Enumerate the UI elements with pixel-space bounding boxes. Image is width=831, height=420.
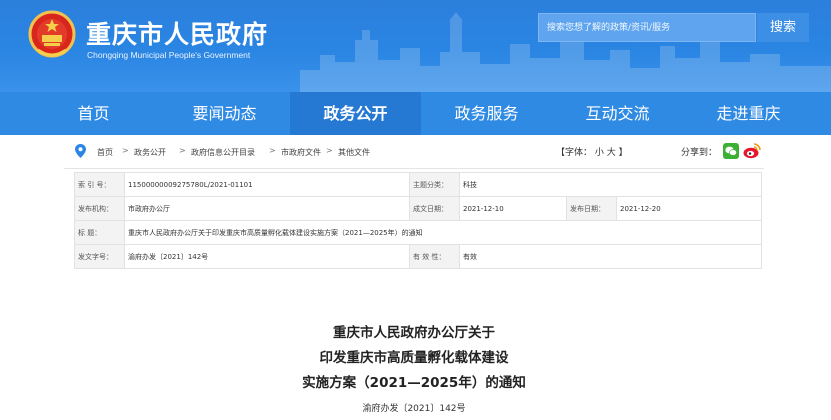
published-date-value: 2021-12-20 (616, 196, 762, 221)
breadcrumb-other-docs[interactable]: 其他文件 (338, 147, 370, 158)
issuer-value: 市政府办公厅 (124, 196, 410, 221)
published-date-label: 发布日期： (566, 196, 617, 221)
nav-item-interaction[interactable]: 互动交流 (552, 92, 683, 135)
search-box (538, 13, 756, 42)
written-date-value: 2021-12-10 (459, 196, 567, 221)
weibo-share-icon[interactable] (743, 142, 761, 159)
issuer-label: 发布机构： (74, 196, 125, 221)
theme-value: 科技 (459, 172, 762, 197)
share-label: 分享到： (681, 148, 718, 158)
font-size-control: 【字体： 小 大 】 (556, 145, 628, 158)
title-label: 标 题： (74, 220, 125, 245)
main-nav: 首页 要闻动态 政务公开 政务服务 互动交流 走进重庆 (0, 92, 831, 135)
index-label: 索 引 号： (74, 172, 125, 197)
validity-value: 有效 (459, 244, 762, 269)
font-size-close-bracket: 】 (618, 148, 628, 158)
national-emblem-icon (28, 10, 76, 58)
site-subtitle: Chongqing Municipal People's Government (87, 50, 251, 60)
search-input[interactable] (547, 14, 747, 41)
table-row: 发文字号： 渝府办发〔2021〕142号 有 效 性： 有效 (74, 244, 762, 269)
font-size-large-button[interactable]: 大 (607, 148, 616, 158)
written-date-label: 成文日期： (409, 196, 460, 221)
breadcrumb-info-directory[interactable]: 政府信息公开目录 (191, 147, 255, 158)
document-title-line: 印发重庆市高质量孵化载体建设 (319, 350, 509, 366)
validity-label: 有 效 性： (409, 244, 460, 269)
site-header: 重庆市人民政府 Chongqing Municipal People's Gov… (0, 0, 831, 92)
document-title: 重庆市人民政府办公厅关于 印发重庆市高质量孵化载体建设 实施方案（2021—20… (64, 321, 764, 396)
font-size-small-button[interactable]: 小 (595, 148, 604, 158)
index-value: 11500000009275780L/2021-01101 (124, 172, 410, 197)
nav-item-news[interactable]: 要闻动态 (159, 92, 290, 135)
breadcrumb-separator: > (179, 146, 186, 155)
table-row: 标 题： 重庆市人民政府办公厅关于印发重庆市高质量孵化载体建设实施方案（2021… (74, 220, 762, 245)
location-pin-icon (75, 144, 86, 158)
content-panel: 首页 > 政务公开 > 政府信息公开目录 > 市政府文件 > 其他文件 【字体：… (64, 135, 764, 420)
document-title-line: 重庆市人民政府办公厅关于 (333, 325, 495, 341)
site-title: 重庆市人民政府 (86, 20, 269, 49)
theme-label: 主题分类： (409, 172, 460, 197)
nav-item-gov-services[interactable]: 政务服务 (421, 92, 552, 135)
doc-number-value: 渝府办发〔2021〕142号 (124, 244, 410, 269)
table-row: 发布机构： 市政府办公厅 成文日期： 2021-12-10 发布日期： 2021… (74, 196, 762, 221)
nav-item-about-chongqing[interactable]: 走进重庆 (683, 92, 814, 135)
document-number: 渝府办发〔2021〕142号 (362, 404, 466, 414)
breadcrumb: 首页 > 政务公开 > 政府信息公开目录 > 市政府文件 > 其他文件 【字体：… (64, 135, 764, 169)
document-title-line: 实施方案（2021—2025年）的通知 (302, 375, 526, 391)
search-button[interactable]: 搜索 (757, 13, 809, 42)
breadcrumb-separator: > (326, 146, 333, 155)
breadcrumb-home[interactable]: 首页 (97, 147, 113, 158)
table-row: 索 引 号： 11500000009275780L/2021-01101 主题分… (74, 172, 762, 197)
title-value: 重庆市人民政府办公厅关于印发重庆市高质量孵化载体建设实施方案（2021—2025… (124, 220, 762, 245)
document-info-table: 索 引 号： 11500000009275780L/2021-01101 主题分… (74, 172, 762, 269)
breadcrumb-gov-affairs-open[interactable]: 政务公开 (134, 147, 166, 158)
breadcrumb-separator: > (269, 146, 276, 155)
font-size-label: 【字体： (556, 148, 593, 158)
breadcrumb-separator: > (122, 146, 129, 155)
nav-item-gov-affairs-open[interactable]: 政务公开 (290, 92, 421, 135)
wechat-share-icon[interactable] (723, 143, 739, 159)
doc-number-label: 发文字号： (74, 244, 125, 269)
nav-item-home[interactable]: 首页 (28, 92, 159, 135)
breadcrumb-city-gov-docs[interactable]: 市政府文件 (281, 147, 321, 158)
